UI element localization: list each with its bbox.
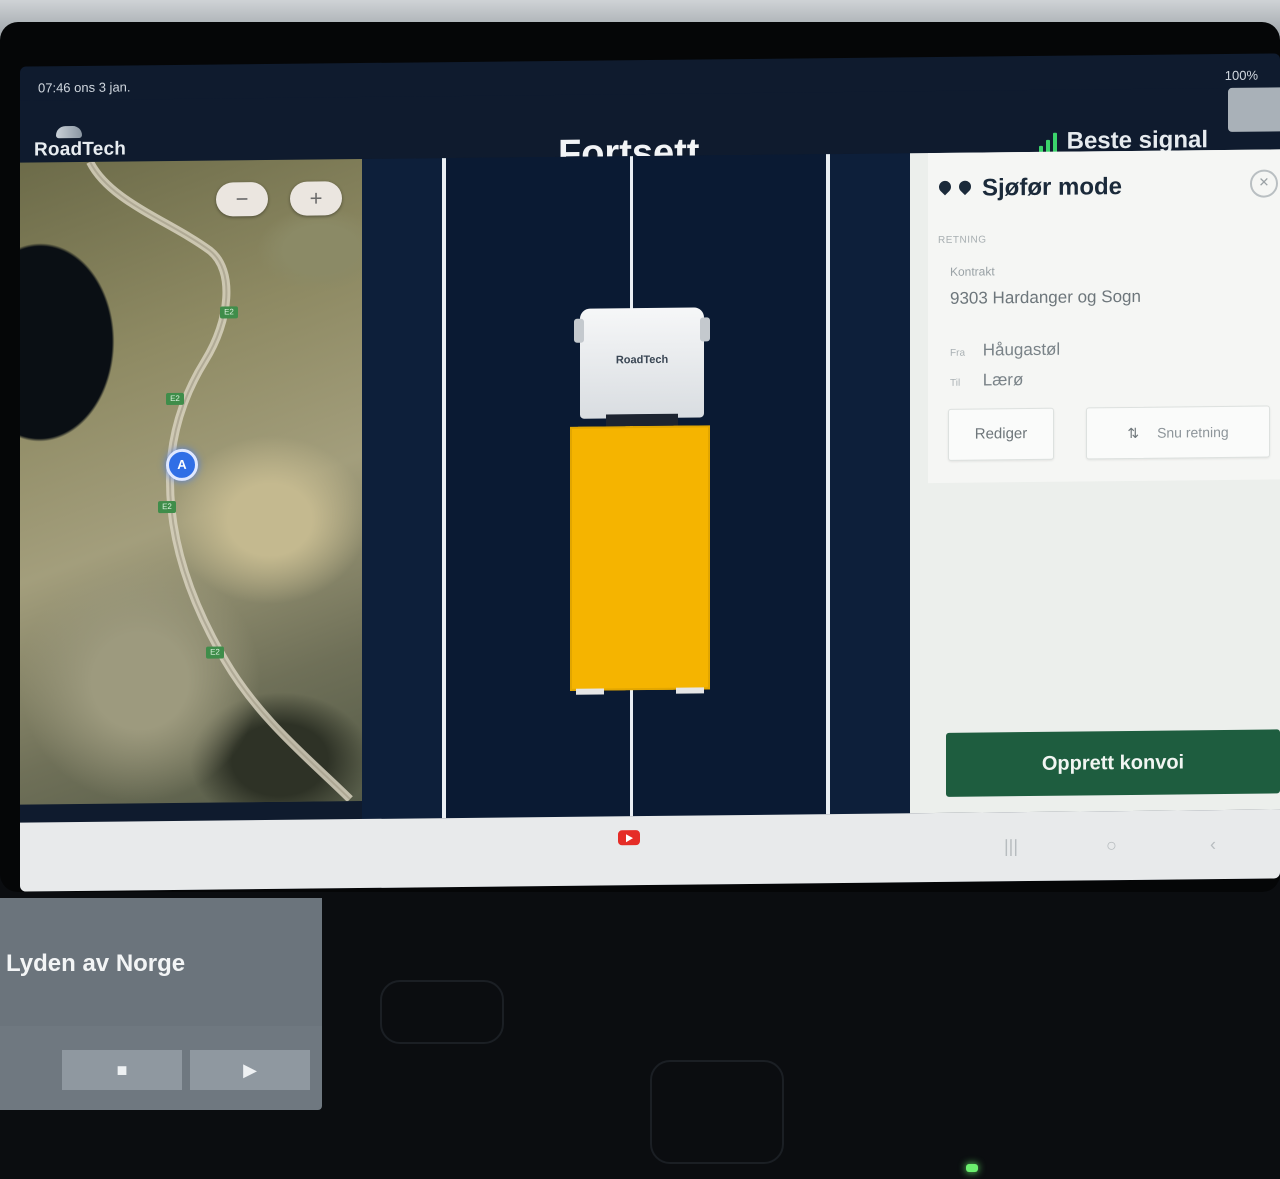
section-label: RETNING <box>938 234 987 246</box>
zoom-out-button[interactable]: − <box>216 182 268 217</box>
zoom-in-button[interactable]: + <box>290 181 342 216</box>
signal-bars-icon <box>1038 131 1057 153</box>
lane-edge-right <box>826 154 830 815</box>
road-label: E2 <box>166 392 184 406</box>
location-pin-icon <box>938 181 952 197</box>
route-from: Fra Håugastøl <box>950 340 1060 361</box>
dashboard-led-indicator <box>966 1164 978 1172</box>
from-tag: Fra <box>950 347 965 359</box>
lane-edge-left <box>442 158 446 819</box>
edit-button[interactable]: Rediger <box>948 407 1054 461</box>
create-convoy-button[interactable]: Opprett konvoi <box>946 729 1280 797</box>
dashboard-control <box>650 1060 784 1164</box>
car-radio-display: Lyden av Norge ■ ▶ <box>0 898 322 1110</box>
from-value: Håugastøl <box>982 339 1061 360</box>
logo-mark-icon <box>56 125 82 139</box>
contract-label: Kontrakt <box>950 264 995 279</box>
close-icon[interactable]: ✕ <box>1250 169 1278 198</box>
swap-direction-label: Snu retning <box>1157 423 1229 441</box>
mirror-right <box>700 317 710 342</box>
to-value: Lærø <box>982 370 1024 390</box>
swap-direction-button[interactable]: ⇅ Snu retning <box>1086 405 1270 460</box>
road-label: E2 <box>206 646 224 659</box>
back-icon[interactable]: ‹ <box>1210 834 1216 855</box>
truck-cab: RoadTech <box>574 307 710 419</box>
truck-hitch <box>606 413 678 427</box>
mirror-left <box>574 318 584 343</box>
menu-button[interactable] <box>1228 87 1280 132</box>
roadtech-logo: RoadTech <box>34 125 126 161</box>
status-time: 07:46 ons 3 jan. <box>38 79 131 96</box>
panel-title: Sjøfør mode <box>982 173 1123 202</box>
swap-arrows-icon: ⇅ <box>1127 424 1140 442</box>
satellite-map[interactable]: − + E2 E2 E2 E2 A <box>20 159 362 805</box>
recent-apps-icon[interactable]: ||| <box>1004 836 1018 857</box>
vehicle-position-marker[interactable]: A <box>166 448 198 482</box>
road-label: E2 <box>220 306 238 319</box>
home-icon[interactable]: ○ <box>1106 835 1117 856</box>
radio-station-text: Lyden av Norge <box>6 950 186 977</box>
route-to: Til Lærø <box>950 370 1023 391</box>
radio-stop-button[interactable]: ■ <box>62 1050 182 1090</box>
route-card: Sjøfør mode ✕ RETNING Kontrakt 9303 Hard… <box>928 149 1280 484</box>
system-nav-bar: ||| ○ ‹ <box>20 809 1280 892</box>
road-path <box>86 159 353 803</box>
status-battery: 100% <box>1224 67 1258 83</box>
logo-text: RoadTech <box>34 138 127 161</box>
radio-play-button[interactable]: ▶ <box>190 1050 310 1090</box>
truck-logo: RoadTech <box>615 353 669 367</box>
contract-value: 9303 Hardanger og Sogn <box>950 286 1141 308</box>
driver-mode-panel: Sjøfør mode ✕ RETNING Kontrakt 9303 Hard… <box>910 149 1280 814</box>
road-label: E2 <box>158 500 176 514</box>
location-pin-icon <box>958 181 972 197</box>
dashboard-control <box>380 980 504 1044</box>
truck-trailer <box>570 425 710 691</box>
youtube-icon[interactable] <box>618 830 640 846</box>
lane-view: RoadTech <box>362 153 910 820</box>
tablet-screen: 07:46 ons 3 jan. 100% RoadTech Fortsett … <box>20 53 1280 892</box>
to-tag: Til <box>950 377 961 389</box>
panel-header: Sjøfør mode <box>938 173 1122 203</box>
